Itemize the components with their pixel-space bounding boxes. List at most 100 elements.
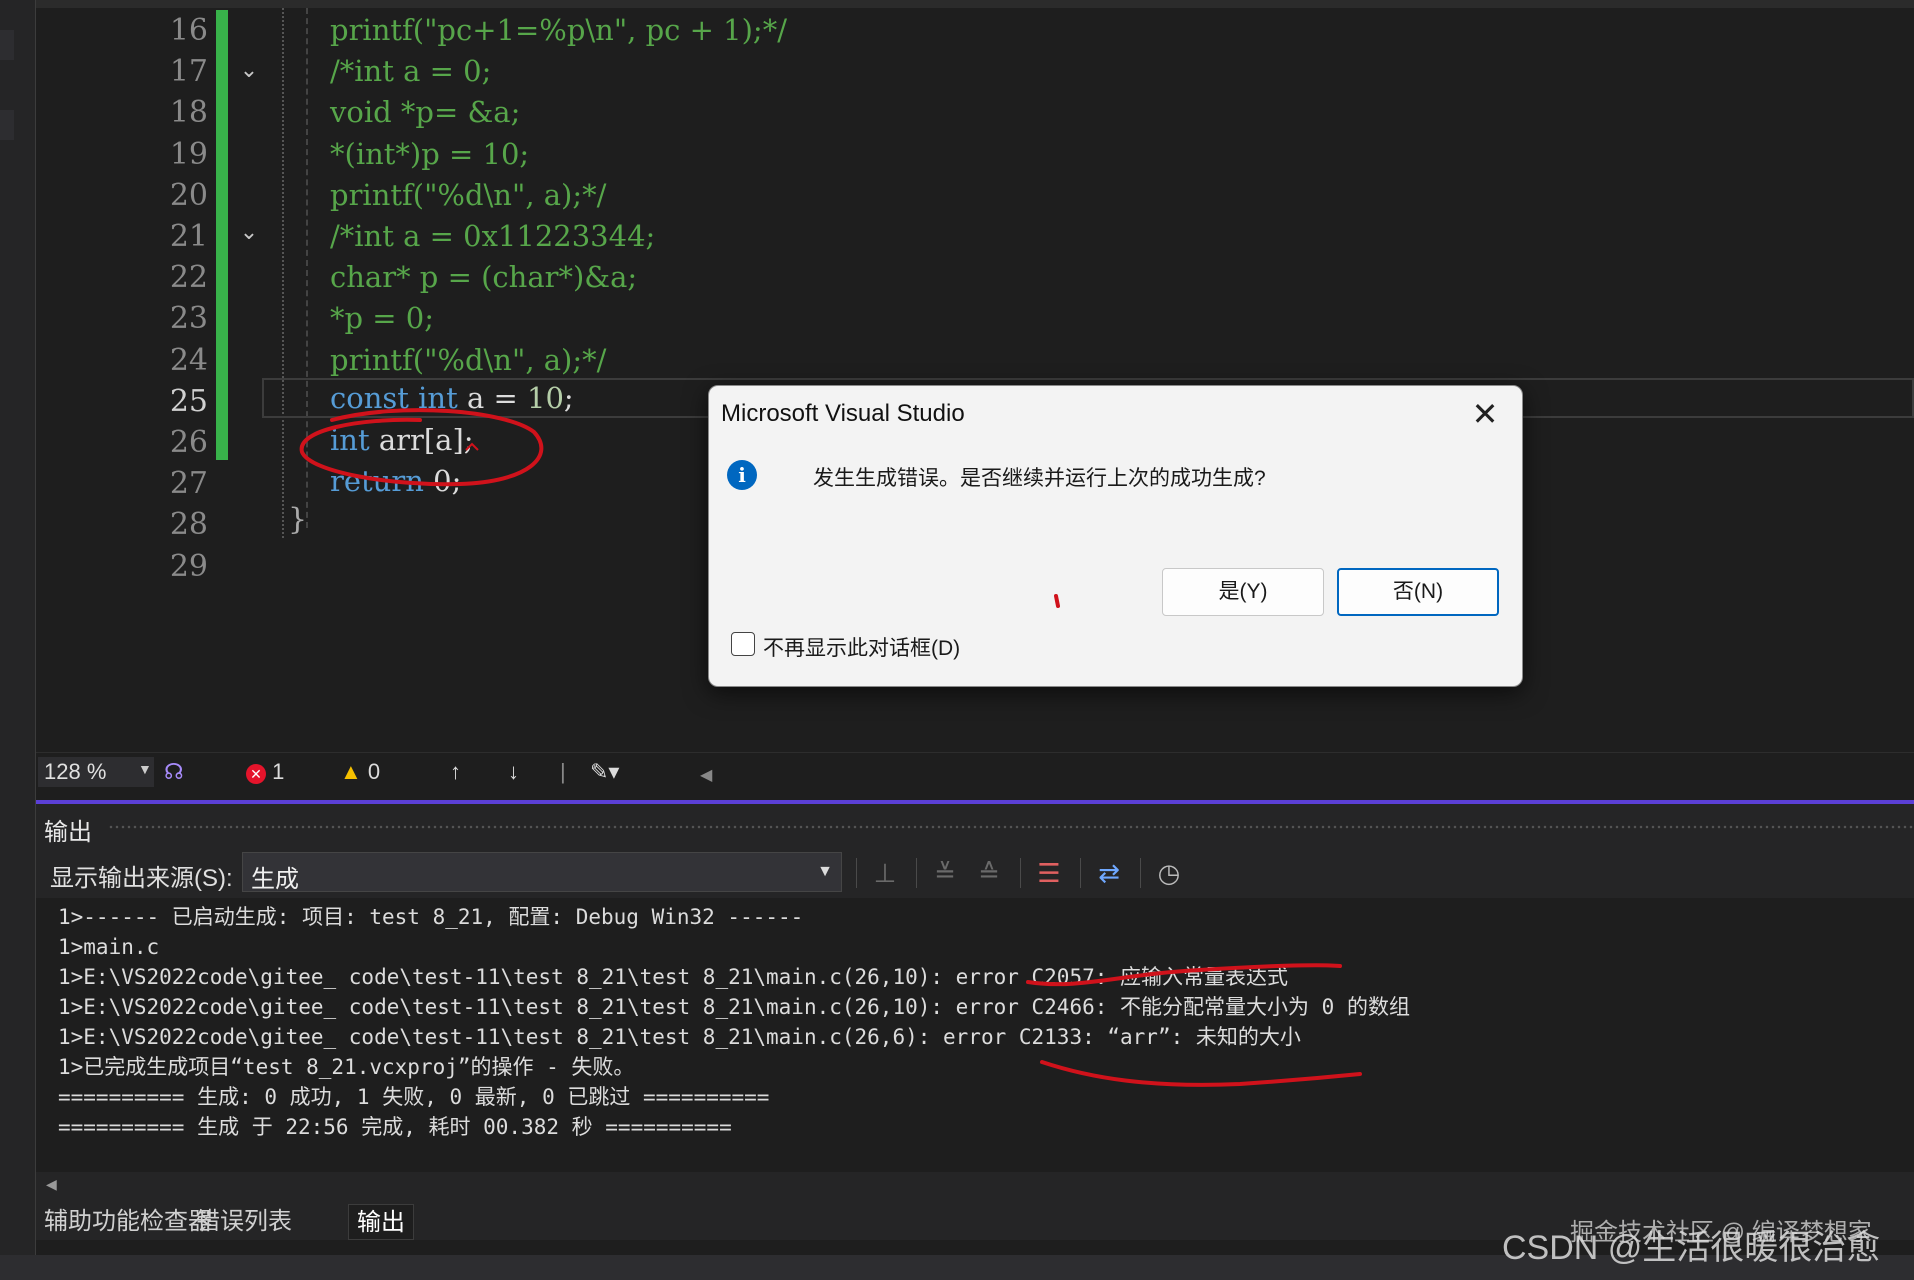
clock-icon[interactable]: ◷ — [1152, 856, 1186, 890]
dialog-message: 发生生成错误。是否继续并运行上次的成功生成? — [813, 467, 1266, 490]
line-number: 29 — [169, 548, 208, 584]
line-number: 25 — [169, 383, 208, 419]
keyword-int: int — [418, 381, 458, 415]
arrow-down-icon[interactable]: ↓ — [508, 759, 519, 785]
output-log-line: 1>E:\VS2022code\gitee_ code\test-11\test… — [58, 1025, 1301, 1049]
horizontal-scrollbar[interactable]: ◀ — [36, 1172, 1914, 1200]
keyword-return: return — [330, 464, 424, 498]
dialog-title: Microsoft Visual Studio — [721, 400, 965, 427]
code-line-26[interactable]: int arr[a]; — [330, 420, 474, 461]
arrow-up-icon[interactable]: ↑ — [450, 759, 461, 785]
panel-title-bar: 输出 — [36, 804, 1914, 846]
goto-line-icon[interactable]: ⊥ — [868, 856, 902, 890]
tab-output[interactable]: 输出 — [348, 1204, 414, 1240]
output-toolbar: 显示输出来源(S): 生成 ▼ ⊥ ≚ ≙ ☰ ⇄ ◷ — [36, 846, 1914, 898]
code-line[interactable]: /*int a = 0x11223344; — [330, 216, 655, 257]
build-error-dialog: Microsoft Visual Studio ✕ i 发生生成错误。是否继续并… — [708, 385, 1523, 687]
code-text: ; — [563, 381, 574, 415]
word-wrap-icon[interactable]: ⇄ — [1092, 856, 1126, 890]
line-number: 19 — [169, 136, 208, 172]
code-line[interactable]: *(int*)p = 10; — [330, 134, 529, 175]
output-log-line: ========== 生成: 0 成功, 1 失败, 0 最新, 0 已跳过 =… — [58, 1085, 770, 1109]
previous-message-icon[interactable]: ≚ — [928, 856, 962, 890]
toolbar-separator — [1140, 858, 1141, 888]
line-number: 23 — [169, 301, 208, 337]
line-number: 16 — [169, 13, 208, 48]
output-source-value: 生成 — [251, 866, 299, 893]
separator: | — [560, 759, 566, 784]
closing-brace: } — [288, 502, 308, 537]
output-source-label: 显示输出来源(S): — [50, 865, 233, 892]
close-icon[interactable]: ✕ — [1465, 394, 1505, 434]
output-source-select[interactable]: 生成 ▼ — [242, 852, 842, 893]
info-icon: i — [727, 460, 757, 490]
output-panel: 输出 显示输出来源(S): 生成 ▼ ⊥ ≚ ≙ ☰ ⇄ ◷ 1>------ … — [36, 800, 1914, 1240]
keyword-int: int — [330, 423, 370, 457]
zoom-dropdown[interactable]: 128 % ▼ — [38, 757, 154, 787]
line-number-gutter: 16 17 18 19 20 21 22 23 24 25 26 27 28 29 — [80, 0, 220, 752]
output-log[interactable]: 1>------ 已启动生成: 项目: test 8_21, 配置: Debug… — [58, 902, 1894, 1142]
dont-show-again-label[interactable]: 不再显示此对话框(D) — [763, 632, 960, 662]
error-count: 1 — [272, 759, 285, 784]
left-strip-tab[interactable] — [0, 30, 14, 60]
code-line-27[interactable]: return 0; — [330, 461, 461, 502]
zoom-level: 128 % — [44, 759, 107, 784]
watermark: CSDN @生活很暖很治愈 — [1502, 1229, 1881, 1267]
toolbar-separator — [856, 858, 857, 888]
line-number: 27 — [169, 466, 208, 502]
warning-count-button[interactable]: ▲ 0 — [340, 759, 380, 785]
output-log-line: 1>已完成生成项目“test 8_21.vcxproj”的操作 - 失败。 — [58, 1055, 635, 1079]
clear-all-icon[interactable]: ☰ — [1032, 856, 1066, 890]
line-number: 17 — [169, 54, 208, 90]
yes-button[interactable]: 是(Y) — [1162, 568, 1324, 616]
scroll-left-icon[interactable]: ◀ — [46, 1176, 57, 1193]
error-circle-icon: ✕ — [246, 764, 266, 784]
copilot-icon[interactable]: ☊ — [164, 759, 184, 785]
output-log-line: 1>E:\VS2022code\gitee_ code\test-11\test… — [58, 965, 1289, 989]
code-line[interactable]: printf("pc+1=%p\n", pc + 1);*/ — [330, 10, 787, 51]
output-log-line: 1>------ 已启动生成: 项目: test 8_21, 配置: Debug… — [58, 905, 804, 929]
code-line[interactable]: printf("%d\n", a);*/ — [330, 340, 606, 381]
code-line[interactable]: char* p = (char*)&a; — [330, 257, 637, 298]
keyword-const: const — [330, 381, 409, 415]
warning-triangle-icon: ▲ — [340, 759, 362, 784]
scroll-left-icon[interactable]: ◀ — [700, 763, 712, 789]
code-cleanup-icon[interactable]: ✎▾ — [590, 759, 619, 785]
no-button[interactable]: 否(N) — [1337, 568, 1499, 616]
drag-handle[interactable] — [108, 824, 1914, 830]
line-number: 20 — [169, 177, 208, 213]
code-text: arr[a]; — [369, 423, 474, 457]
fold-chevron-icon[interactable]: ⌄ — [236, 220, 262, 246]
left-strip-tab[interactable] — [0, 110, 14, 140]
line-number: 21 — [169, 219, 208, 254]
change-tracking-bar — [216, 10, 228, 460]
toolbar-separator — [1020, 858, 1021, 888]
editor-top-border — [36, 0, 1914, 8]
code-line[interactable]: /*int a = 0; — [330, 51, 491, 92]
tab-error-list[interactable]: 错误列表 — [188, 1204, 300, 1240]
dont-show-again-checkbox[interactable] — [731, 632, 755, 656]
line-number: 18 — [169, 95, 208, 131]
scope-guide — [282, 8, 284, 538]
editor-status-bar: 128 % ▼ ☊ ✕ 1 ▲ 0 ↑ ↓ | ✎▾ ◀ — [36, 752, 1914, 788]
code-line-25[interactable]: const int a = 10; — [330, 378, 574, 419]
line-number: 22 — [169, 260, 208, 296]
chevron-down-icon: ▼ — [138, 761, 152, 777]
code-line[interactable]: void *p= &a; — [330, 92, 520, 133]
line-number: 28 — [169, 507, 208, 543]
number-literal: 10 — [527, 381, 564, 415]
line-number: 24 — [169, 342, 208, 378]
toolbar-separator — [916, 858, 917, 888]
indent-guide — [306, 8, 308, 528]
output-log-line: ========== 生成 于 22:56 完成, 耗时 00.382 秒 ==… — [58, 1115, 732, 1139]
next-message-icon[interactable]: ≙ — [972, 856, 1006, 890]
code-text: a = — [457, 381, 527, 415]
fold-chevron-icon[interactable]: ⌄ — [236, 58, 262, 84]
code-line[interactable]: printf("%d\n", a);*/ — [330, 175, 606, 216]
error-count-button[interactable]: ✕ 1 — [246, 759, 284, 785]
code-line[interactable]: *p = 0; — [330, 298, 434, 339]
code-text: 0; — [423, 464, 462, 498]
panel-title: 输出 — [44, 819, 92, 846]
output-log-line: 1>main.c — [58, 935, 160, 959]
chevron-down-icon: ▼ — [817, 863, 833, 880]
